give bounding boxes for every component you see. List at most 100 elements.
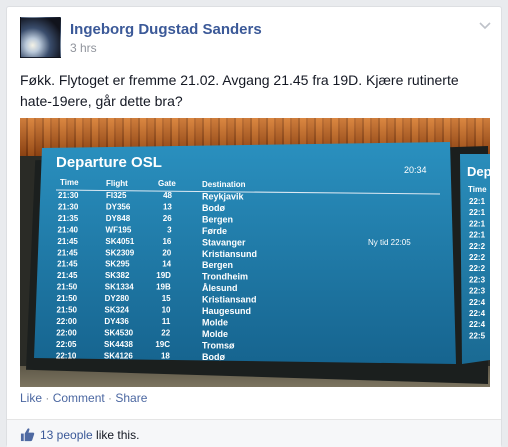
row-time: 21:45 [57,237,78,246]
second-board-row-time: 22:1 [469,197,486,206]
likes-summary: 13 people like this. [7,419,501,447]
row-flight: SK1334 [105,283,134,292]
row-time: 21:50 [57,294,78,303]
row-time: 21:30 [58,191,79,200]
row-destination: Bergen [202,260,233,270]
row-flight: DY356 [106,202,131,211]
row-flight: SK4438 [104,340,133,349]
second-board-row-time: 22:2 [469,253,486,262]
row-destination: Haugesund [202,306,251,316]
post-header: Ingeborg Dugstad Sanders 3 hrs [20,17,493,59]
row-flight: SK4051 [105,237,134,246]
post-timestamp[interactable]: 3 hrs [70,41,97,55]
second-board-row-time: 22:4 [469,309,486,318]
share-link[interactable]: Share [115,391,147,405]
row-destination: Trondheim [202,272,248,282]
row-gate: 19B [156,283,171,292]
row-flight: DY280 [105,294,130,303]
row-time: 21:45 [57,260,78,269]
header-time: Time [60,178,79,187]
row-gate: 16 [162,237,171,246]
second-board-row-time: 22:4 [469,320,486,329]
board-clock: 20:34 [404,165,427,175]
row-time: 21:30 [58,202,79,211]
post-card: Ingeborg Dugstad Sanders 3 hrs Føkk. Fly… [6,6,502,447]
row-time: 21:50 [57,283,78,292]
second-board-row-time: 22:2 [469,242,486,251]
thumbs-up-icon [20,427,35,442]
row-gate: 11 [162,317,171,326]
row-destination: Kristiansund [202,249,257,259]
row-destination: Tromsø [202,340,235,350]
row-flight: FI325 [106,191,127,200]
row-gate: 48 [163,191,172,200]
row-gate: 13 [163,202,172,211]
separator: · [42,391,53,405]
departure-board: Departure OSL 20:34 Time Flight Gate Des… [34,142,490,364]
row-destination: Kristiansand [202,295,257,305]
row-destination: Bodø [202,352,225,362]
row-destination: Molde [202,329,228,339]
row-flight: SK295 [105,260,130,269]
row-gate: 15 [162,294,171,303]
header-gate: Gate [158,179,176,188]
header-flight: Flight [106,179,128,188]
row-flight: DY848 [106,214,131,223]
second-board-time-header: Time [468,185,487,194]
comment-link[interactable]: Comment [53,391,105,405]
post-actions: Like · Comment · Share [20,391,147,405]
row-gate: 10 [162,306,171,315]
row-time: 22:00 [56,328,77,337]
row-gate: 14 [162,260,171,269]
row-flight: SK2309 [105,248,134,257]
row-gate: 18 [161,351,170,360]
second-board-row-time: 22:4 [469,298,486,307]
row-time: 22:05 [56,340,77,349]
row-destination: Bodø [202,203,225,213]
row-remark: Ny tid 22:05 [368,238,411,247]
row-destination: Bergen [202,214,233,224]
like-link[interactable]: Like [20,391,42,405]
row-time: 22:10 [56,351,77,360]
second-board-row-time: 22:1 [469,208,486,217]
post-photo[interactable]: Departure OSL 20:34 Time Flight Gate Des… [20,118,490,387]
row-flight: SK324 [105,306,130,315]
row-destination: Stavanger [202,237,246,247]
row-destination: Ålesund [202,283,238,293]
second-board-row-time: 22:3 [469,287,486,296]
row-flight: DY436 [104,317,129,326]
row-flight: SK4530 [104,328,133,337]
row-destination: Molde [202,317,228,327]
row-flight: SK4126 [104,351,133,360]
likes-suffix: like this. [92,428,140,442]
row-flight: SK382 [105,271,130,280]
row-destination: Førde [202,226,227,236]
second-board-title: Dep [467,164,490,179]
post-text: Føkk. Flytoget er fremme 21.02. Avgang 2… [20,72,459,109]
row-gate: 26 [163,214,172,223]
row-destination: Reykjavik [202,192,245,202]
row-time: 22:00 [56,317,77,326]
second-board-row-time: 22:2 [469,264,486,273]
chevron-down-icon[interactable] [477,17,493,33]
second-board-row-time: 22:3 [469,275,486,284]
row-time: 21:35 [58,214,79,223]
separator: · [104,391,116,405]
row-gate: 19C [155,340,170,349]
second-board-row-time: 22:1 [469,231,486,240]
second-board-row-time: 22:5 [469,331,486,340]
row-flight: WF195 [106,225,132,234]
row-gate: 3 [167,225,172,234]
row-time: 21:45 [57,248,78,257]
row-gate: 20 [162,248,171,257]
avatar[interactable] [20,17,61,58]
second-board-row-time: 22:1 [469,219,486,228]
row-time: 21:45 [57,271,78,280]
row-gate: 19D [156,271,171,280]
board-title: Departure OSL [56,154,162,171]
row-gate: 22 [161,328,170,337]
row-time: 21:50 [57,306,78,315]
author-name-link[interactable]: Ingeborg Dugstad Sanders [70,21,262,38]
likes-count-link[interactable]: 13 people [40,428,93,442]
header-destination: Destination [202,180,246,189]
